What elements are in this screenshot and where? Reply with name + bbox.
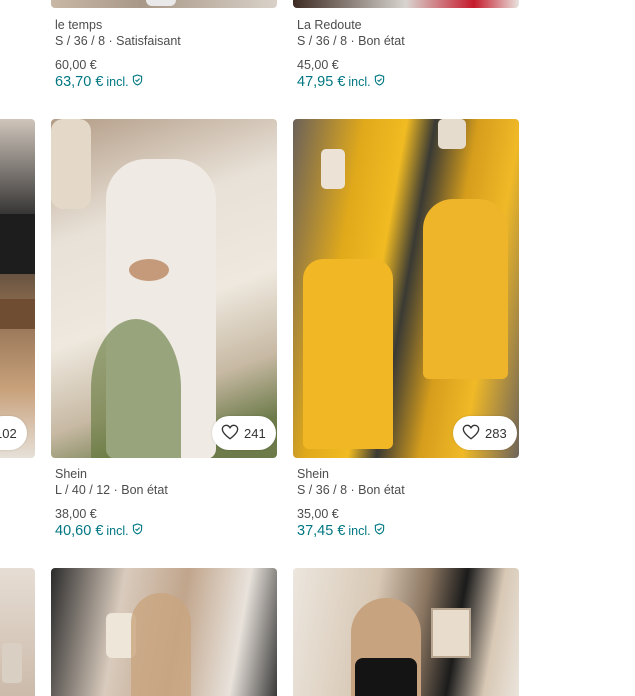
item-price: 35,00 € (297, 507, 339, 521)
item-brand: La Redoute (297, 18, 362, 32)
item-brand: Shein (55, 467, 87, 481)
heart-outline-icon (462, 423, 480, 444)
item-price: 60,00 € (55, 58, 97, 72)
item-details: S / 36 / 8 · Bon état (297, 483, 405, 497)
item-price-total: 47,95 € (297, 74, 346, 90)
item-price: 45,00 € (297, 58, 339, 72)
shield-check-icon (374, 522, 385, 540)
item-price: 38,00 € (55, 507, 97, 521)
item-price-incl-protection[interactable]: 37,45 € incl. (297, 522, 523, 540)
item-price-total: 40,60 € (55, 523, 104, 539)
item-photo-left-cropped[interactable] (0, 119, 35, 458)
item-price-incl-protection[interactable]: 47,95 € incl. (297, 73, 523, 91)
item-details: S / 36 / 8 · Satisfaisant (55, 34, 181, 48)
item-details: L / 40 / 12 · Bon état (55, 483, 168, 497)
item-brand: Shein (297, 467, 329, 481)
item-card-info[interactable]: La Redoute S / 36 / 8 · Bon état 45,00 €… (297, 17, 523, 91)
incl-label: incl. (348, 75, 371, 89)
favourite-count: 241 (244, 425, 266, 441)
shield-check-icon (132, 73, 143, 91)
heart-outline-icon (221, 423, 239, 444)
favourite-count: 283 (485, 425, 507, 441)
item-brand: le temps (55, 18, 103, 32)
shield-check-icon (132, 522, 143, 540)
favourite-count: 102 (0, 425, 17, 441)
incl-label: incl. (348, 524, 371, 538)
item-price-total: 63,70 € (55, 74, 104, 90)
incl-label: incl. (106, 75, 129, 89)
item-card-info[interactable]: Shein L / 40 / 12 · Bon état 38,00 € 40,… (55, 466, 281, 540)
item-card-info[interactable]: Shein S / 36 / 8 · Bon état 35,00 € 37,4… (297, 466, 523, 540)
favourite-button[interactable]: 241 (212, 416, 276, 450)
item-photo-shein-yellow-playsuit[interactable] (293, 119, 519, 458)
item-details: S / 36 / 8 · Bon état (297, 34, 405, 48)
item-price-incl-protection[interactable]: 40,60 € incl. (55, 522, 281, 540)
item-photo-shein-white-dress[interactable] (51, 119, 277, 458)
item-photo-bottom-right[interactable] (293, 568, 519, 696)
shield-check-icon (374, 73, 385, 91)
item-card-info[interactable]: le temps S / 36 / 8 · Satisfaisant 60,00… (55, 17, 281, 91)
favourite-button[interactable]: 283 (453, 416, 517, 450)
item-photo-la-redoute[interactable] (293, 0, 519, 8)
item-price-total: 37,45 € (297, 523, 346, 539)
item-photo-le-temps[interactable] (51, 0, 277, 8)
item-price-incl-protection[interactable]: 63,70 € incl. (55, 73, 281, 91)
item-photo-bottom-left-cropped[interactable] (0, 568, 35, 696)
incl-label: incl. (106, 524, 129, 538)
item-photo-bottom-middle[interactable] (51, 568, 277, 696)
